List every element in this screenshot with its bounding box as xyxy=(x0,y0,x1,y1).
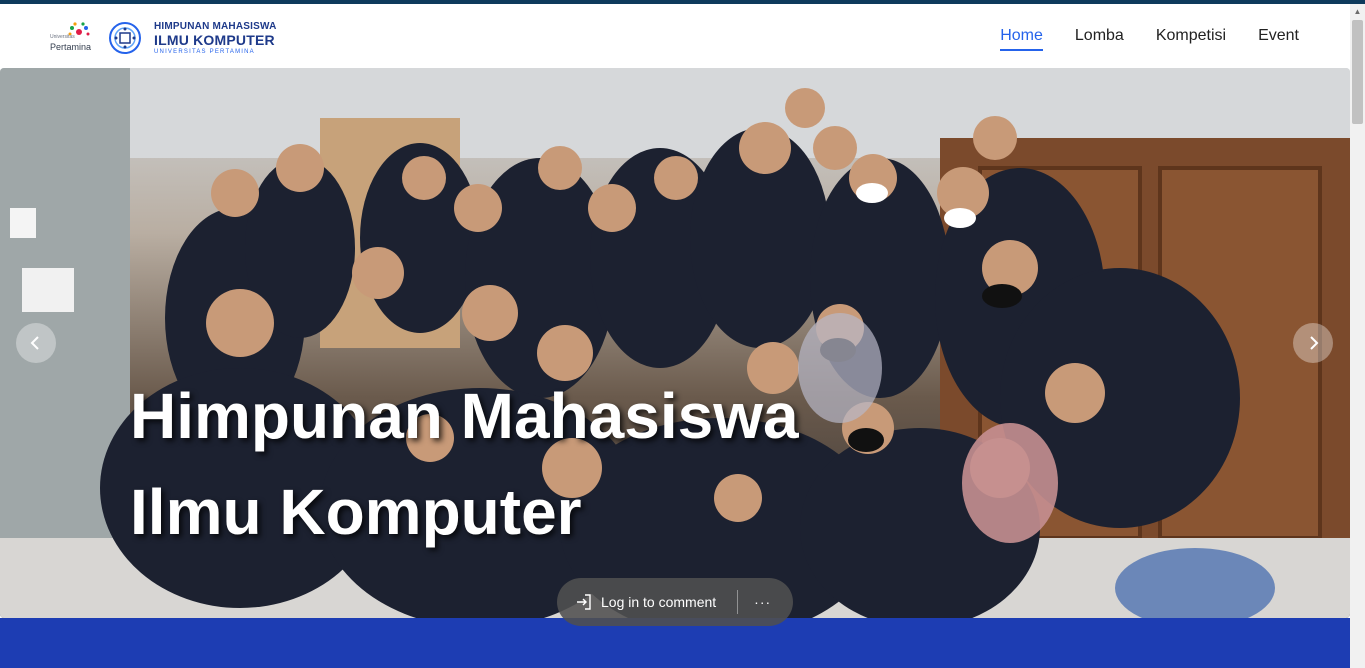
comment-bar-divider xyxy=(737,590,739,614)
nav-link-kompetisi[interactable]: Kompetisi xyxy=(1156,24,1226,51)
more-options-button[interactable]: ··· xyxy=(754,594,771,610)
nav-link-event[interactable]: Event xyxy=(1258,24,1299,51)
carousel-next-button[interactable] xyxy=(1293,323,1333,363)
nav-link-lomba[interactable]: Lomba xyxy=(1075,24,1124,51)
hmik-wordmark: HIMPUNAN MAHASISWA ILMU KOMPUTER UNIVERS… xyxy=(154,20,277,55)
pertamina-logo: Universitas Pertamina xyxy=(50,20,94,56)
hmik-line-1: HIMPUNAN MAHASISWA xyxy=(154,20,277,32)
page-scrollbar[interactable]: ▲ xyxy=(1350,4,1365,668)
hero-title-line-1: Himpunan Mahasiswa xyxy=(130,380,799,452)
login-icon xyxy=(577,594,591,610)
brand-logos[interactable]: Universitas Pertamina HIMPUNAN MAHASISWA… xyxy=(50,18,277,58)
hmik-line-2: ILMU KOMPUTER xyxy=(154,31,275,48)
navbar: Universitas Pertamina HIMPUNAN MAHASISWA… xyxy=(0,4,1350,68)
login-to-comment-button[interactable]: Log in to comment xyxy=(601,594,716,610)
main-nav: Home Lomba Kompetisi Event xyxy=(1000,24,1299,51)
hmik-emblem-icon xyxy=(109,22,141,54)
pertamina-wordmark: Pertamina xyxy=(50,42,92,52)
chevron-left-icon xyxy=(30,336,39,350)
hero-title-line-2: Ilmu Komputer xyxy=(130,476,582,548)
comment-bar: Log in to comment ··· xyxy=(557,578,793,626)
pertamina-tagline: Universitas xyxy=(50,34,75,40)
hmik-line-3: UNIVERSITAS PERTAMINA xyxy=(154,48,255,55)
hero-title: Himpunan Mahasiswa Ilmu Komputer xyxy=(130,368,1030,560)
scroll-up-arrow-icon[interactable]: ▲ xyxy=(1350,4,1365,19)
chevron-right-icon xyxy=(1310,336,1319,350)
nav-link-home[interactable]: Home xyxy=(1000,24,1043,51)
scrollbar-thumb[interactable] xyxy=(1352,20,1363,124)
hero-carousel: Himpunan Mahasiswa Ilmu Komputer xyxy=(0,68,1350,618)
carousel-prev-button[interactable] xyxy=(16,323,56,363)
